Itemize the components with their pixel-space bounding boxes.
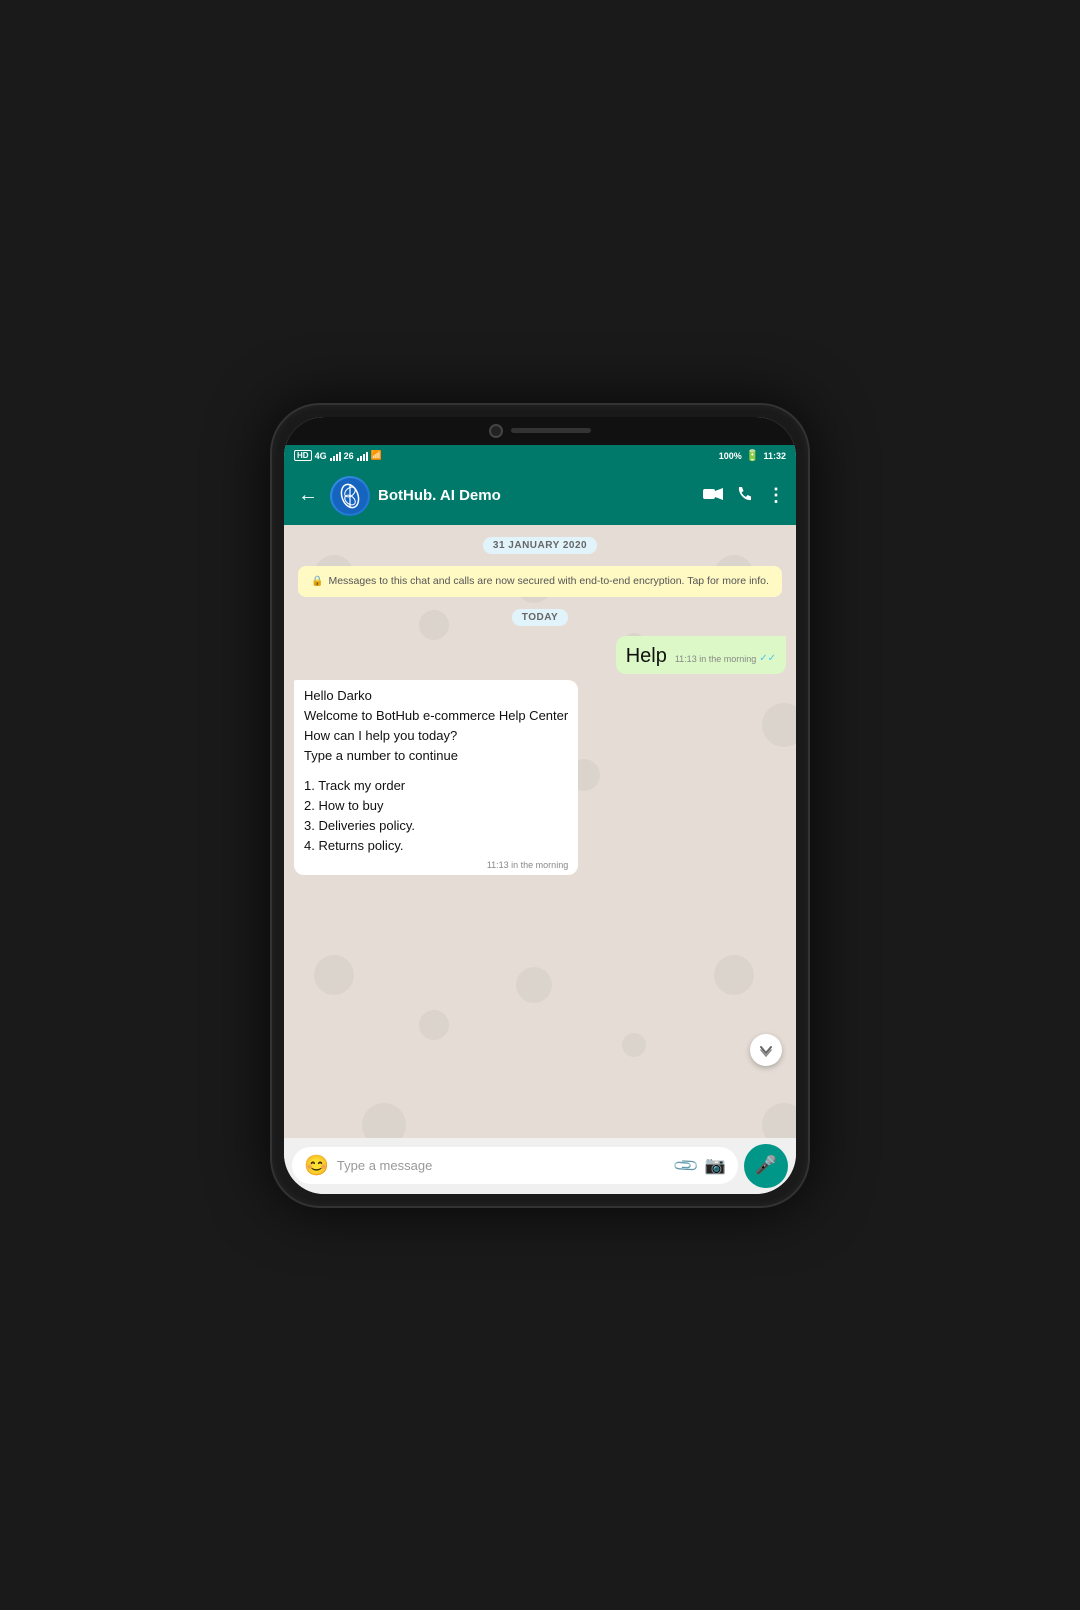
hd-badge: HD <box>294 450 312 461</box>
status-left: HD 4G 26 📶 <box>294 450 382 461</box>
bot-line-3: How can I help you today? <box>304 726 568 746</box>
message-input-wrap[interactable]: 😊 Type a message 📎 📷 <box>292 1147 738 1184</box>
list-item-2: 2. How to buy <box>304 796 568 816</box>
battery-level: 100% <box>719 451 742 461</box>
contact-name: BotHub. AI Demo <box>378 487 695 504</box>
bot-line-4: Type a number to continue <box>304 746 568 766</box>
chat-body[interactable]: 31 JANUARY 2020 🔒 Messages to this chat … <box>284 525 796 1138</box>
list-item-4: 4. Returns policy. <box>304 836 568 856</box>
bot-line-2: Welcome to BotHub e-commerce Help Center <box>304 706 568 726</box>
scroll-to-bottom-button[interactable] <box>750 1034 782 1066</box>
bot-message-text: Hello Darko Welcome to BotHub e-commerce… <box>304 686 568 857</box>
input-bar: 😊 Type a message 📎 📷 🎤 <box>284 1138 796 1194</box>
message-input[interactable]: Type a message <box>337 1158 668 1173</box>
network-4g: 4G <box>315 451 327 461</box>
bot-line-1: Hello Darko <box>304 686 568 706</box>
list-item-3: 3. Deliveries policy. <box>304 816 568 836</box>
voice-call-button[interactable] <box>737 486 753 505</box>
encryption-notice[interactable]: 🔒 Messages to this chat and calls are no… <box>298 566 782 597</box>
bubble-bot: Hello Darko Welcome to BotHub e-commerce… <box>294 680 578 876</box>
bot-time: 11:13 in the morning <box>487 859 568 872</box>
old-date-badge: 31 JANUARY 2020 <box>483 537 597 554</box>
message-row-incoming: Hello Darko Welcome to BotHub e-commerce… <box>294 680 786 876</box>
bubble-help: Help 11:13 in the morning ✓✓ <box>616 636 786 674</box>
phone-frame: HD 4G 26 📶 100% 🔋 11:32 ← <box>270 403 810 1208</box>
help-bubble-content: Help 11:13 in the morning ✓✓ <box>626 642 776 670</box>
wifi-icon: 📶 <box>371 450 382 461</box>
phone-notch <box>284 417 796 445</box>
bot-list: 1. Track my order 2. How to buy 3. Deliv… <box>304 776 568 857</box>
emoji-button[interactable]: 😊 <box>304 1153 329 1178</box>
header-actions: ⋮ <box>703 485 786 506</box>
status-right: 100% 🔋 11:32 <box>719 449 786 462</box>
clock: 11:32 <box>763 451 786 461</box>
attach-button[interactable]: 📎 <box>672 1151 701 1180</box>
mic-button[interactable]: 🎤 <box>744 1144 788 1188</box>
status-bar: HD 4G 26 📶 100% 🔋 11:32 <box>284 445 796 467</box>
lock-icon: 🔒 <box>311 576 323 587</box>
network-26: 26 <box>344 451 354 461</box>
encryption-text: Messages to this chat and calls are now … <box>328 575 768 587</box>
read-receipt: ✓✓ <box>759 652 776 666</box>
more-options-button[interactable]: ⋮ <box>767 485 786 506</box>
help-text: Help <box>626 642 667 670</box>
phone-screen: HD 4G 26 📶 100% 🔋 11:32 ← <box>284 417 796 1194</box>
back-button[interactable]: ← <box>294 480 322 511</box>
contact-info: BotHub. AI Demo <box>378 487 695 504</box>
signal-1 <box>330 451 341 461</box>
bot-meta: 11:13 in the morning <box>304 859 568 872</box>
message-row-outgoing: Help 11:13 in the morning ✓✓ <box>294 636 786 674</box>
battery-icon: 🔋 <box>746 449 760 462</box>
speaker <box>511 428 591 433</box>
signal-2 <box>357 451 368 461</box>
contact-avatar[interactable] <box>330 476 370 516</box>
camera <box>489 424 503 438</box>
mic-icon: 🎤 <box>755 1155 777 1176</box>
video-call-button[interactable] <box>703 487 723 504</box>
list-item-1: 1. Track my order <box>304 776 568 796</box>
camera-button[interactable]: 📷 <box>705 1156 726 1176</box>
chevron-down-icon <box>759 1043 773 1057</box>
today-badge: TODAY <box>512 609 568 626</box>
bothub-logo <box>332 478 368 514</box>
help-time: 11:13 in the morning <box>675 653 756 666</box>
help-meta: 11:13 in the morning ✓✓ <box>675 652 776 666</box>
chat-header: ← BotHub. AI Demo <box>284 467 796 525</box>
